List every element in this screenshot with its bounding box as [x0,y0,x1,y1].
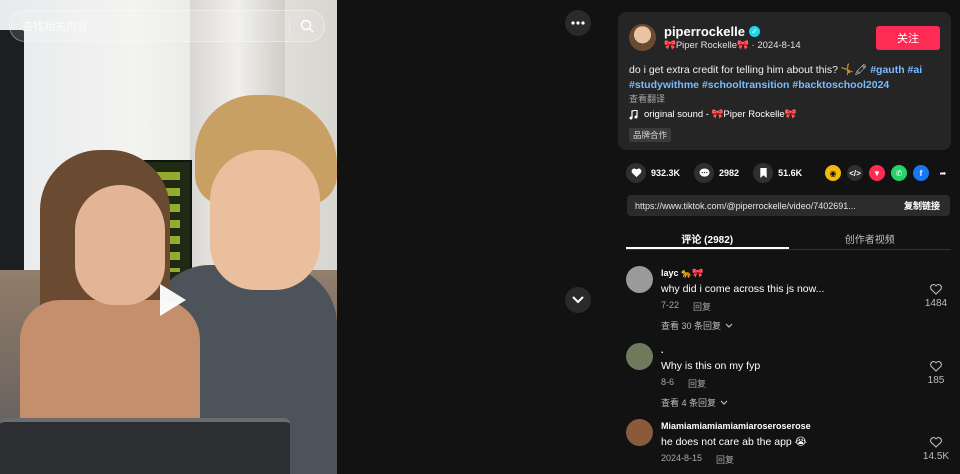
post-caption: do i get extra credit for telling him ab… [629,63,939,93]
tab-creator-videos[interactable]: 创作者视频 [789,226,952,249]
commenter-name[interactable]: Miamiamiamiamiamiaroseroserose [661,421,811,431]
reply-button[interactable]: 回复 [693,300,711,313]
comment-date: 7-22 [661,300,680,310]
author-avatar[interactable] [629,24,656,51]
commenter-avatar[interactable] [626,419,653,446]
chevron-down-icon [572,296,584,304]
tiktok-video-page: 查找相关内容 piperrockelle ✓ 🎀Piper Rockelle🎀 … [0,0,960,474]
save-button[interactable]: 51.6K [753,163,802,183]
chevron-down-icon [725,323,733,328]
like-count: 932.3K [651,168,681,178]
commenter-avatar[interactable] [626,343,653,370]
hashtag[interactable]: #gauth [870,64,904,76]
commenter-avatar[interactable] [626,266,653,293]
save-count: 51.6K [778,168,803,178]
play-icon[interactable] [150,280,190,320]
view-replies-button[interactable]: 查看 30 条回复 [661,319,733,332]
author-display-name: 🎀Piper Rockelle🎀 [664,40,749,51]
comment-item: layc 🐆🎀 why did i come across this js no… [626,266,951,336]
comment-like-button[interactable]: 185 [921,361,951,386]
comment-like-count: 14.5K [922,451,950,462]
like-button[interactable]: 932.3K [626,163,680,183]
share-arrow-icon[interactable]: ➦ [935,165,951,181]
link-box: https://www.tiktok.com/@piperrockelle/vi… [627,195,950,216]
comment-icon [694,163,715,183]
hashtag[interactable]: #backtoschool2024 [792,79,889,91]
video-scene-laptop [0,418,290,474]
author-meta: 🎀Piper Rockelle🎀 · 2024-8-14 [664,40,801,51]
comment-like-count: 185 [927,375,945,386]
comment-text: why did i come across this js now... [661,283,825,295]
video-person-boy-face [210,150,320,290]
video-player[interactable]: 查找相关内容 [0,0,337,474]
comment-text: he does not care ab the app 😭 [661,436,807,448]
facebook-icon[interactable]: f [913,165,929,181]
view-replies-button[interactable]: 查看 4 条回复 [661,396,728,409]
tab-bar: 评论 (2982) 创作者视频 [626,226,951,250]
comment-button[interactable]: 2982 [694,163,739,183]
comment-like-button[interactable]: 14.5K [921,437,951,462]
follow-button[interactable]: 关注 [876,26,940,50]
post-date: 2024-8-14 [757,40,801,51]
hashtag[interactable]: #ai [908,64,923,76]
post-info-card: piperrockelle ✓ 🎀Piper Rockelle🎀 · 2024-… [618,12,951,150]
view-replies-label[interactable]: 查看 30 条回复 [661,319,721,332]
whatsapp-icon[interactable]: ✆ [891,165,907,181]
heart-outline-icon [930,284,942,295]
search-icon [300,19,314,33]
video-scene-door [0,30,24,270]
heart-outline-icon [930,437,942,448]
music-note-icon [629,109,638,119]
heart-outline-icon [930,361,942,372]
chevron-down-icon [720,400,728,405]
comment-meta: 2024-8-15 回复 [661,453,734,466]
commenter-name[interactable]: layc 🐆🎀 [661,268,703,279]
reply-button[interactable]: 回复 [688,377,706,390]
more-dots-icon [571,21,585,25]
search-input[interactable]: 查找相关内容 [10,18,289,34]
search-bar[interactable]: 查找相关内容 [9,10,325,42]
comment-item: Miamiamiamiamiamiaroseroserose he does n… [626,419,951,474]
author-username[interactable]: piperrockelle [664,24,745,39]
comment-date: 2024-8-15 [661,453,703,463]
share-buttons: ◉ </> ▼ ✆ f ➦ [825,165,951,181]
view-replies-label[interactable]: 查看 4 条回复 [661,396,716,409]
details-panel: piperrockelle ✓ 🎀Piper Rockelle🎀 · 2024-… [607,0,960,474]
comment-text: Why is this on my fyp [661,360,761,372]
search-button[interactable] [290,11,324,41]
sound-link[interactable]: original sound - 🎀Piper Rockelle🎀 [629,109,797,120]
video-url: https://www.tiktok.com/@piperrockelle/vi… [635,200,856,211]
bookmark-icon [753,163,774,183]
brand-partnership-badge: 品牌合作 [629,128,672,142]
sound-name[interactable]: original sound - 🎀Piper Rockelle🎀 [644,109,797,120]
next-video-button[interactable] [565,287,591,313]
video-side-area [337,0,607,474]
verified-icon: ✓ [748,26,760,37]
comment-meta: 8-6 回复 [661,377,706,390]
reply-button[interactable]: 回复 [716,453,734,466]
hashtag[interactable]: #schooltransition [702,79,790,91]
comment-meta: 7-22 回复 [661,300,711,313]
commenter-name[interactable]: . [661,345,664,355]
comment-like-button[interactable]: 1484 [921,284,951,309]
comment-count: 2982 [719,168,740,178]
comment-like-count: 1484 [924,298,948,309]
author-username-row[interactable]: piperrockelle ✓ [664,24,760,39]
caption-text: do i get extra credit for telling him ab… [629,64,868,76]
copy-link-button[interactable]: 复制链接 [894,199,950,212]
tab-comments[interactable]: 评论 (2982) [626,226,789,249]
more-options-button[interactable] [565,10,591,36]
friends-share-icon[interactable]: ◉ [825,165,841,181]
embed-code-icon[interactable]: </> [847,165,863,181]
comment-date: 8-6 [661,377,675,387]
heart-icon [626,163,646,183]
action-bar: 932.3K 2982 51.6K ◉ </> ▼ ✆ f ➦ [626,163,951,183]
hashtag[interactable]: #studywithme [629,79,699,91]
translate-link[interactable]: 查看翻译 [629,92,665,105]
comment-item: . Why is this on my fyp 8-6 回复 查看 4 条回复 … [626,343,951,413]
send-to-friends-icon[interactable]: ▼ [869,165,885,181]
